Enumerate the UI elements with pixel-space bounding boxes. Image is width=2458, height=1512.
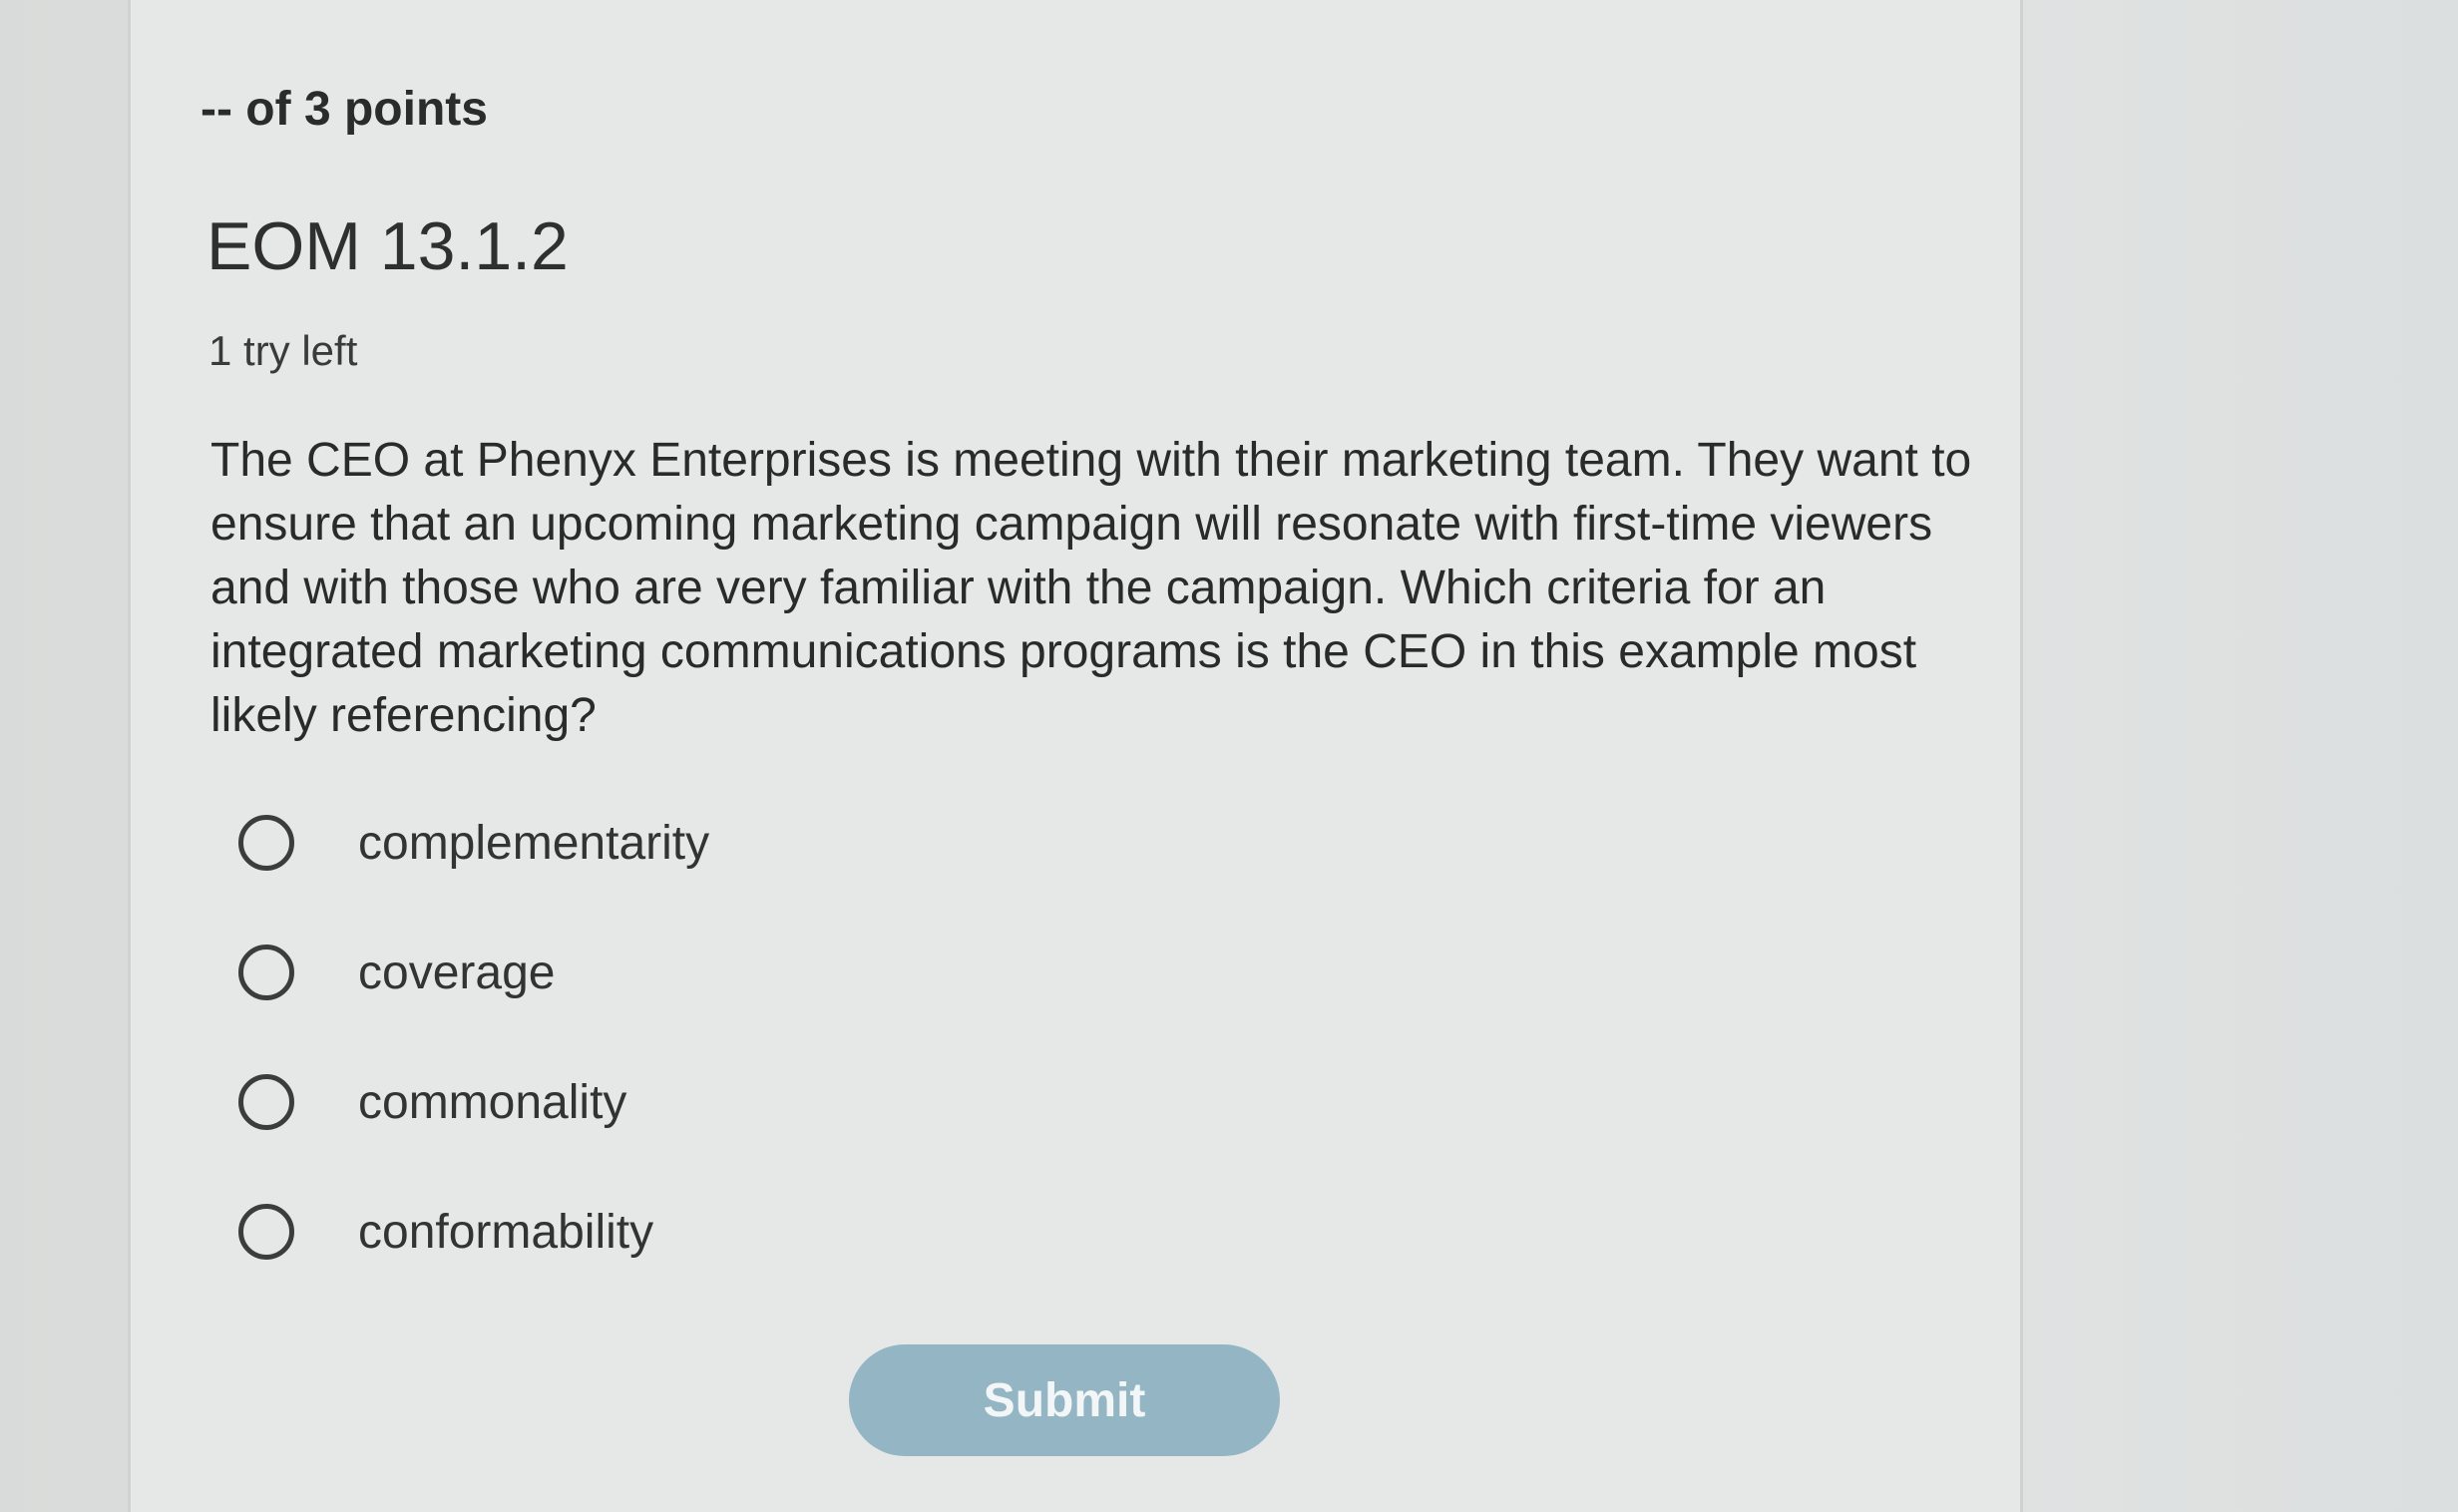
answer-option-label: commonality bbox=[358, 1075, 627, 1129]
answer-option-coverage[interactable]: coverage bbox=[238, 908, 709, 1037]
answer-option-label: conformability bbox=[358, 1205, 654, 1259]
answer-option-commonality[interactable]: commonality bbox=[238, 1037, 709, 1167]
question-prompt: The CEO at Phenyx Enterprises is meeting… bbox=[210, 434, 1972, 742]
radio-button[interactable] bbox=[238, 945, 294, 1000]
radio-button[interactable] bbox=[238, 1204, 294, 1260]
answer-option-complementarity[interactable]: complementarity bbox=[238, 778, 709, 908]
answer-options: complementarity coverage commonality con… bbox=[238, 778, 709, 1297]
radio-button[interactable] bbox=[238, 1074, 294, 1130]
points-indicator: -- of 3 points bbox=[201, 83, 488, 136]
answer-option-conformability[interactable]: conformability bbox=[238, 1167, 709, 1297]
radio-button[interactable] bbox=[238, 815, 294, 871]
question-title: EOM 13.1.2 bbox=[206, 208, 569, 284]
answer-option-label: coverage bbox=[358, 945, 556, 999]
question-card: -- of 3 points EOM 13.1.2 1 try left The… bbox=[128, 0, 2023, 1512]
answer-option-label: complementarity bbox=[358, 816, 710, 870]
submit-button[interactable]: Submit bbox=[849, 1344, 1280, 1456]
tries-remaining: 1 try left bbox=[208, 327, 358, 374]
